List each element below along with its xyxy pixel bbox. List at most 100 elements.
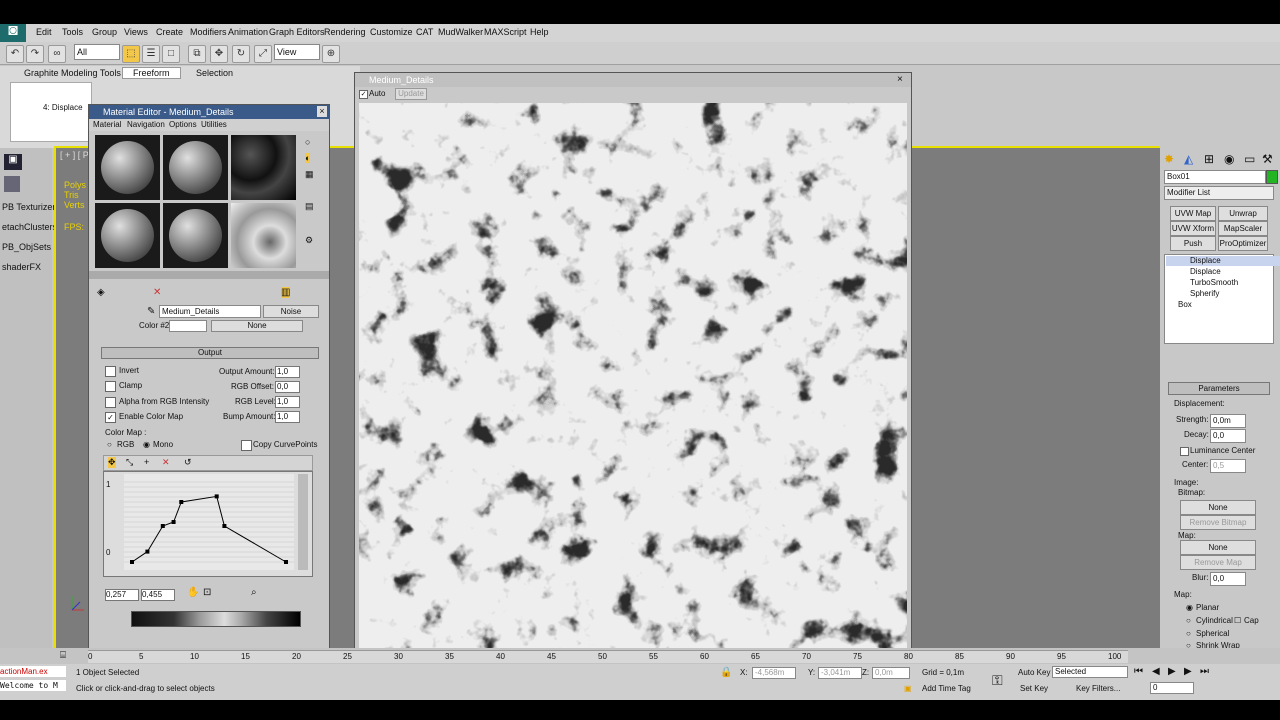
move-point-icon[interactable]: ✥ <box>108 457 116 468</box>
invert-checkbox[interactable] <box>105 366 116 377</box>
modifier-list-dropdown[interactable]: Modifier List <box>1164 186 1274 200</box>
menu-utilities[interactable]: Utilities <box>201 120 227 129</box>
rgb-level-field[interactable]: 1,0 <box>275 396 300 408</box>
tab-selection[interactable]: Selection <box>196 68 233 78</box>
close-icon[interactable]: × <box>317 106 327 117</box>
preview-title[interactable]: Medium_Details <box>369 73 434 87</box>
add-point-icon[interactable]: + <box>144 457 149 467</box>
object-color-swatch[interactable] <box>1266 170 1278 184</box>
spherical-radio[interactable]: ○ <box>1186 629 1191 638</box>
curve-point[interactable] <box>222 524 227 528</box>
stack-item-displace-1[interactable]: Displace <box>1166 256 1280 266</box>
detach-clusters-button[interactable]: etachClusters <box>2 222 57 232</box>
go-to-end-icon[interactable]: ⏭ <box>1200 666 1209 677</box>
rect-selection-icon[interactable]: □ <box>162 45 180 63</box>
options-icon[interactable]: ⚙ <box>305 235 313 246</box>
material-slot-3[interactable] <box>231 135 296 200</box>
shaderfx-button[interactable]: shaderFX <box>2 262 41 272</box>
background-icon[interactable]: ▦ <box>305 169 314 180</box>
menu-create[interactable]: Create <box>156 27 183 37</box>
hierarchy-tab-icon[interactable]: ⊞ <box>1204 152 1214 166</box>
utilities-tab-icon[interactable]: ⚒ <box>1262 152 1273 166</box>
pb-objsets-button[interactable]: PB_ObjSets <box>2 242 51 252</box>
pb-texturizer-button[interactable]: PB Texturizer <box>2 202 55 212</box>
timeline[interactable]: ⌸ 0 5 10 15 20 25 30 35 40 45 50 55 60 65 70 75 80 85 90 95… <box>0 648 1280 664</box>
menu-group[interactable]: Group <box>92 27 117 37</box>
uvw-xform-button[interactable]: UVW Xform <box>1170 221 1216 236</box>
menu-graph-editors[interactable]: Graph Editors <box>269 27 325 37</box>
video-color-icon[interactable]: ▤ <box>305 201 314 212</box>
curve-point[interactable] <box>179 500 184 504</box>
object-name-field[interactable]: Box01 <box>1164 170 1266 184</box>
cylindrical-radio[interactable]: ○ <box>1186 616 1191 625</box>
bump-amount-field[interactable]: 1,0 <box>275 411 300 423</box>
motion-tab-icon[interactable]: ◉ <box>1224 152 1234 166</box>
curve-point[interactable] <box>145 549 150 554</box>
material-slot-6[interactable] <box>231 203 296 268</box>
menu-cat[interactable]: CAT <box>416 27 433 37</box>
window-crossing-icon[interactable]: ⧉ <box>188 45 206 63</box>
tool-icon[interactable] <box>4 176 20 192</box>
next-frame-icon[interactable]: ▶ <box>1184 666 1192 677</box>
color2-swatch[interactable] <box>169 320 207 332</box>
blur-field[interactable]: 0,0 <box>1210 572 1246 586</box>
curve-scrollbar[interactable] <box>298 474 308 570</box>
z-coord-field[interactable]: 0,0m <box>872 667 910 679</box>
lock-icon[interactable]: 🔒 <box>720 667 732 678</box>
tab-freeform[interactable]: Freeform <box>122 67 181 79</box>
strength-field[interactable]: 0,0m <box>1210 414 1246 428</box>
material-slot-1[interactable] <box>95 135 160 200</box>
menu-views[interactable]: Views <box>124 27 148 37</box>
prooptimizer-button[interactable]: ProOptimizer <box>1218 236 1268 251</box>
eyedropper-icon[interactable]: ✎ <box>147 306 155 317</box>
stack-item-spherify[interactable]: Spherify <box>1166 289 1280 299</box>
redo-icon[interactable]: ↷ <box>26 45 44 63</box>
enable-color-map-checkbox[interactable]: ✓ <box>105 412 116 423</box>
prev-frame-icon[interactable]: ◀ <box>1152 666 1160 677</box>
curve-point[interactable] <box>214 494 219 499</box>
set-key-button[interactable]: Set Key <box>1020 684 1048 693</box>
show-map-icon[interactable]: ▥ <box>281 287 291 298</box>
luminance-checkbox[interactable] <box>1180 447 1189 456</box>
ref-coord-dropdown[interactable]: View <box>274 44 320 60</box>
menu-help[interactable]: Help <box>530 27 549 37</box>
rgb-offset-field[interactable]: 0,0 <box>275 381 300 393</box>
rgb-radio[interactable]: ○ <box>107 440 112 449</box>
slots-scrollbar[interactable] <box>89 271 329 279</box>
curve-y-field[interactable]: 0,455 <box>141 589 175 601</box>
selection-filter-dropdown[interactable]: All <box>74 44 120 60</box>
curve-point[interactable] <box>160 524 165 528</box>
menu-rendering[interactable]: Rendering <box>324 27 366 37</box>
move-icon[interactable]: ✥ <box>210 45 228 63</box>
curve-x-field[interactable]: 0,257 <box>105 589 139 601</box>
material-slot-5[interactable] <box>163 203 228 268</box>
x-coord-field[interactable]: -4,568m <box>752 667 796 679</box>
y-coord-field[interactable]: -3,041m <box>818 667 862 679</box>
app-logo-icon[interactable]: ◙ <box>0 24 26 44</box>
color-map-curve[interactable]: 1 0 <box>103 471 313 577</box>
backlight-icon[interactable]: ◐ <box>305 153 311 163</box>
zoom-icon[interactable]: ⌕ <box>251 587 257 598</box>
close-icon[interactable]: × <box>897 73 903 87</box>
script-listener-pink[interactable]: actionMan.ex <box>0 666 66 677</box>
center-field[interactable]: 0,5 <box>1210 459 1246 473</box>
menu-edit[interactable]: Edit <box>36 27 52 37</box>
scale-icon[interactable]: ⤢ <box>254 45 272 63</box>
remove-map-button[interactable]: Remove Map <box>1180 555 1256 570</box>
key-icon[interactable]: ⚿ <box>992 672 1003 689</box>
curve-point[interactable] <box>171 520 176 524</box>
menu-navigation[interactable]: Navigation <box>127 120 165 129</box>
clamp-checkbox[interactable] <box>105 381 116 392</box>
pivot-icon[interactable]: ⊕ <box>322 45 340 63</box>
time-tag-icon[interactable]: ▣ <box>904 684 912 693</box>
rotate-icon[interactable]: ↻ <box>232 45 250 63</box>
timeline-icon[interactable]: ⌸ <box>60 650 66 661</box>
link-icon[interactable]: ∞ <box>48 45 66 63</box>
zoom-extents-icon[interactable]: ⊡ <box>203 587 211 598</box>
remove-bitmap-button[interactable]: Remove Bitmap <box>1180 515 1256 530</box>
undo-icon[interactable]: ↶ <box>6 45 24 63</box>
key-filters-button[interactable]: Key Filters... <box>1076 684 1120 693</box>
material-slot-2[interactable] <box>163 135 228 200</box>
curve-point[interactable] <box>284 560 288 564</box>
auto-key-button[interactable]: Auto Key <box>1018 668 1050 677</box>
